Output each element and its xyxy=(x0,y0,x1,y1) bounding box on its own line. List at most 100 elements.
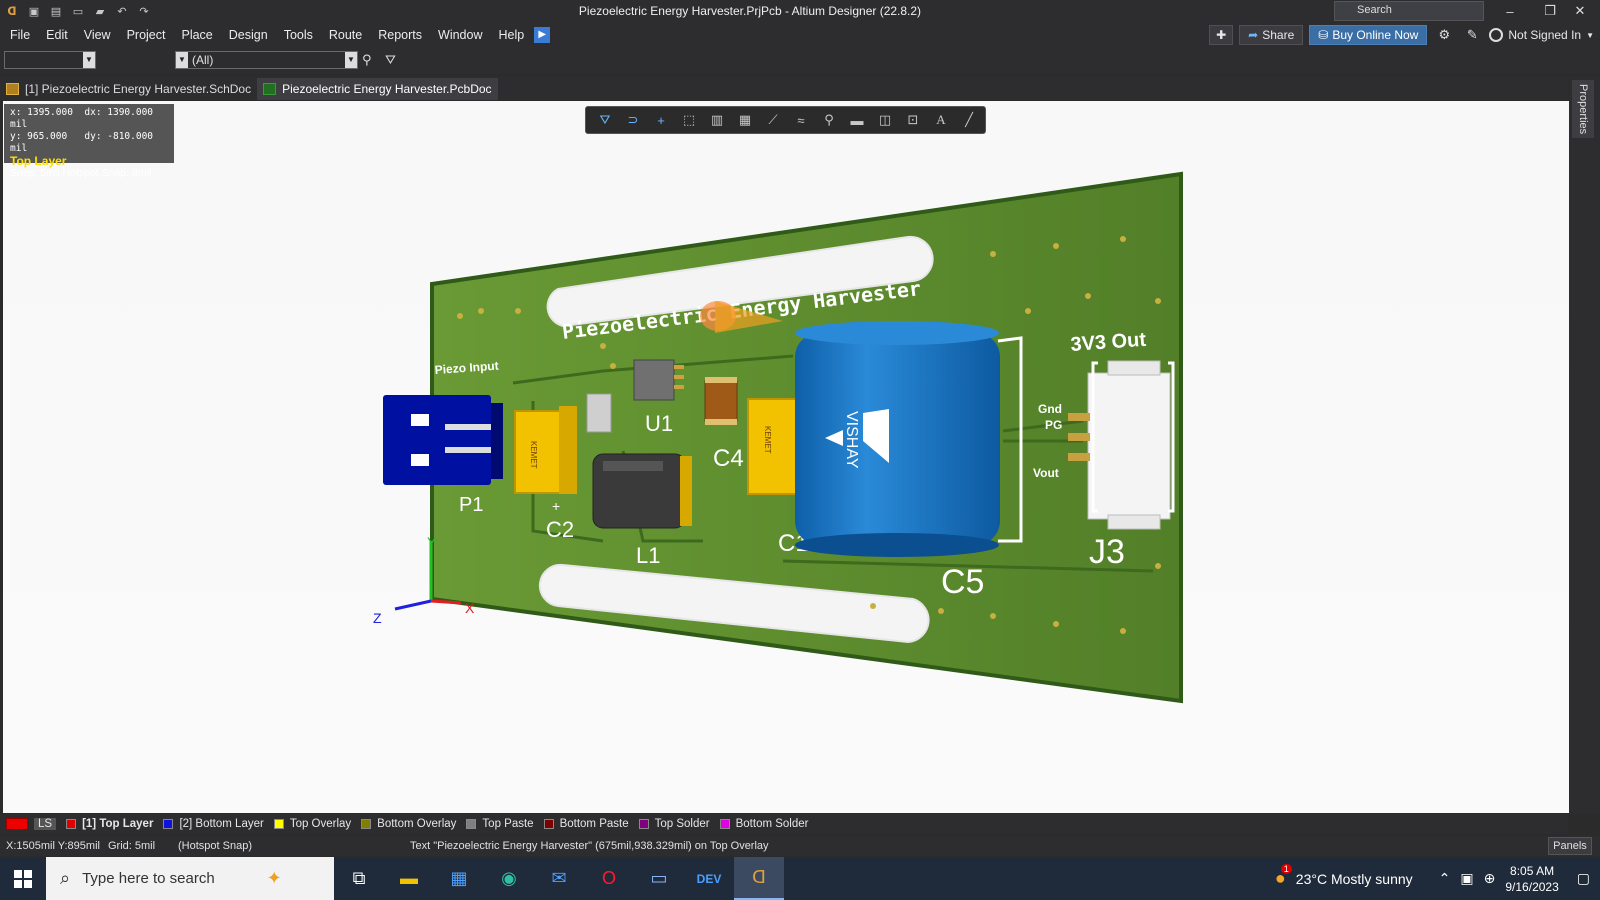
mail-icon[interactable]: ✉ xyxy=(534,857,584,900)
cart-icon: ⛁ xyxy=(1318,28,1329,42)
component-icon[interactable]: ▦ xyxy=(734,110,756,130)
clear-filter-icon[interactable]: ⛛ xyxy=(385,52,396,68)
menu-reports[interactable]: Reports xyxy=(370,22,430,48)
edge-browser-icon[interactable]: ◉ xyxy=(484,857,534,900)
remote-desktop-icon[interactable]: ▭ xyxy=(634,857,684,900)
apply-filter-icon[interactable]: ⚲ xyxy=(362,52,372,68)
pcb-3d-viewport[interactable]: Piezoelectric Energy Harvester Piezo Inp… xyxy=(3,101,1569,813)
taskbar-search[interactable]: ⌕ Type here to search ✦ xyxy=(46,857,334,900)
chevron-up-icon[interactable]: ⌃ xyxy=(1439,870,1451,887)
run-script-icon[interactable]: ▶ xyxy=(534,27,551,43)
clock[interactable]: 8:05 AM 9/16/2023 xyxy=(1505,863,1558,895)
clock-date: 9/16/2023 xyxy=(1505,879,1559,894)
task-view-icon[interactable]: ⧉ xyxy=(334,857,384,900)
align-icon[interactable]: ▥ xyxy=(706,110,728,130)
layer-tab-bottom-paste[interactable]: Bottom Paste xyxy=(543,818,629,830)
menu-project[interactable]: Project xyxy=(119,22,174,48)
layer-label: Bottom Solder xyxy=(735,818,809,830)
hud-y: y: 965.000 xyxy=(10,131,68,142)
menu-file[interactable]: File xyxy=(0,22,38,48)
layer-tab-top-paste[interactable]: Top Paste xyxy=(466,818,534,830)
via-icon[interactable]: ⚲ xyxy=(818,110,840,130)
weather-text[interactable]: 23°C Mostly sunny xyxy=(1296,871,1413,887)
opera-browser-icon[interactable]: O xyxy=(584,857,634,900)
status-grid: Grid: 5mil xyxy=(108,840,156,852)
feedback-icon[interactable]: ✎ xyxy=(1461,25,1483,45)
layer-tab-bottom[interactable]: [2] Bottom Layer xyxy=(163,818,264,830)
account-label: Not Signed In xyxy=(1508,28,1582,42)
diff-pair-icon[interactable]: ≈ xyxy=(790,110,812,130)
fill-icon[interactable]: ▬ xyxy=(846,110,868,130)
add-cross-icon[interactable]: + xyxy=(650,110,672,130)
start-button[interactable] xyxy=(0,857,46,900)
close-button[interactable]: ✕ xyxy=(1560,0,1600,22)
dev-cpp-icon[interactable]: DEV xyxy=(684,857,734,900)
window-title: Piezoelectric Energy Harvester.PrjPcb - … xyxy=(578,4,922,18)
variant-combo[interactable]: ▼ xyxy=(4,51,96,69)
share-button[interactable]: ➦ Share xyxy=(1239,25,1304,45)
layer-tab-bottom-solder[interactable]: Bottom Solder xyxy=(719,818,809,830)
svg-text:Y: Y xyxy=(427,534,437,550)
sparkle-icon: ✦ xyxy=(266,868,282,888)
menu-route[interactable]: Route xyxy=(321,22,370,48)
layer-tab-top-solder[interactable]: Top Solder xyxy=(638,818,710,830)
hud-snap: Snap: 5mil Hotspot Snap: 8mil xyxy=(10,167,152,179)
menu-view[interactable]: View xyxy=(76,22,119,48)
tab-pcbdoc[interactable]: Piezoelectric Energy Harvester.PcbDoc xyxy=(257,78,498,100)
dimension-icon[interactable]: ⊡ xyxy=(902,110,924,130)
layer-tab-bottom-overlay[interactable]: Bottom Overlay xyxy=(361,818,456,830)
document-tabs: [1] Piezoelectric Energy Harvester.SchDo… xyxy=(0,76,1568,100)
text-icon[interactable]: A xyxy=(930,110,952,130)
share-label: Share xyxy=(1262,28,1295,42)
system-tray: ● 1 23°C Mostly sunny ⌃ ▣ ⊕ 8:05 AM 9/16/… xyxy=(1275,857,1600,900)
inductor-l1 xyxy=(592,453,692,529)
chevron-down-icon: ▼ xyxy=(83,52,95,68)
notifications-button[interactable]: ✚ xyxy=(1209,25,1234,45)
ls-label: LS xyxy=(34,818,57,830)
menu-design[interactable]: Design xyxy=(221,22,276,48)
taskbar-search-placeholder: Type here to search xyxy=(82,870,215,887)
tab-label: Piezoelectric Energy Harvester.PcbDoc xyxy=(282,82,492,96)
silk-l1: L1 xyxy=(636,543,660,568)
silk-pg: PG xyxy=(1045,418,1062,432)
select-rect-icon[interactable]: ⬚ xyxy=(678,110,700,130)
filter-value: (All) xyxy=(192,53,214,67)
chevron-down-icon: ▼ xyxy=(345,52,357,68)
route-icon[interactable]: ⟋ xyxy=(762,110,784,130)
menu-place[interactable]: Place xyxy=(173,22,220,48)
menu-window[interactable]: Window xyxy=(430,22,490,48)
meet-icon[interactable]: ▣ xyxy=(1460,870,1473,887)
layer-set-button[interactable]: LS xyxy=(6,818,57,830)
panels-button[interactable]: Panels xyxy=(1548,837,1592,855)
file-explorer-icon[interactable]: ▬ xyxy=(384,857,434,900)
altium-taskbar-icon[interactable]: ᗡ xyxy=(734,857,784,900)
snap-icon[interactable]: ⊃ xyxy=(622,110,644,130)
layer-color-swatch xyxy=(273,819,284,829)
title-search-input[interactable]: Search xyxy=(1334,1,1484,21)
layer-tab-top-overlay[interactable]: Top Overlay xyxy=(273,818,351,830)
account-menu[interactable]: Not Signed In ▼ xyxy=(1489,28,1594,42)
filter-icon[interactable]: ⛛ xyxy=(594,110,616,130)
menu-tools[interactable]: Tools xyxy=(276,22,321,48)
weather-icon[interactable]: ● 1 xyxy=(1275,864,1292,889)
minimize-button[interactable]: – xyxy=(1490,0,1530,22)
region-icon[interactable]: ◫ xyxy=(874,110,896,130)
settings-gear-icon[interactable]: ⚙ xyxy=(1433,25,1455,45)
filter-combo[interactable]: (All) ▼ ▼ xyxy=(175,51,358,69)
line-icon[interactable]: ╱ xyxy=(958,110,980,130)
network-globe-icon[interactable]: ⊕ xyxy=(1484,870,1496,887)
tab-schdoc[interactable]: [1] Piezoelectric Energy Harvester.SchDo… xyxy=(0,78,257,100)
layer-tab-top[interactable]: [1] Top Layer xyxy=(66,818,153,830)
svg-text:KEMET: KEMET xyxy=(763,426,772,454)
capacitor-c2: KEMET xyxy=(514,406,577,494)
toolbar-row: ▼ (All) ▼ ▼ ⚲ ⛛ xyxy=(0,48,1600,74)
microsoft-store-icon[interactable]: ▦ xyxy=(434,857,484,900)
properties-tab[interactable]: Properties xyxy=(1572,80,1594,138)
notification-center-icon[interactable]: ▢ xyxy=(1577,870,1590,887)
menu-help[interactable]: Help xyxy=(490,22,532,48)
silk-p1: P1 xyxy=(459,494,483,516)
windows-logo-icon xyxy=(14,869,32,888)
buy-online-button[interactable]: ⛁ Buy Online Now xyxy=(1309,25,1428,45)
status-coords: X:1505mil Y:895mil xyxy=(6,840,100,852)
menu-edit[interactable]: Edit xyxy=(38,22,76,48)
